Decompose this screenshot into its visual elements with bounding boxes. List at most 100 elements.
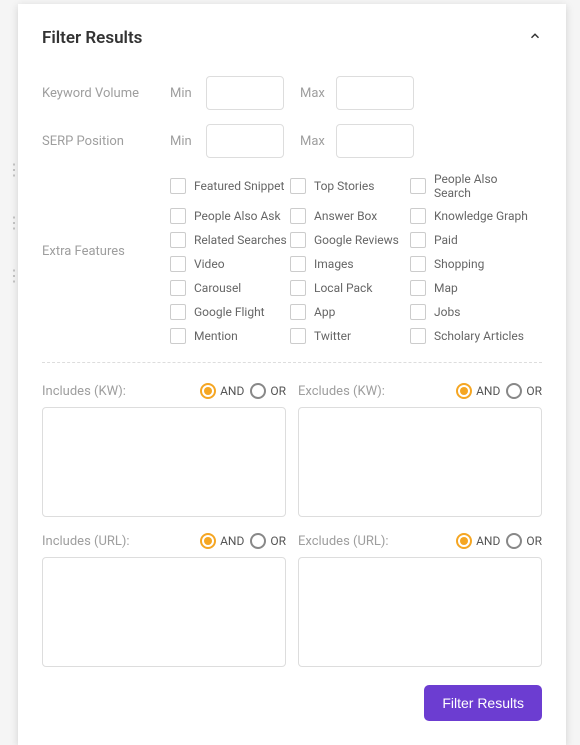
includes-kw-radio-group: AND OR [200, 383, 286, 399]
feature-label: Google Reviews [314, 233, 399, 247]
excludes-url-block: Excludes (URL): AND OR [298, 533, 542, 671]
keyword-volume-row: Keyword Volume Min Max [42, 76, 542, 110]
excludes-url-textarea[interactable] [298, 557, 542, 667]
radio-label: OR [270, 534, 286, 548]
excludes-kw-radio-group: AND OR [456, 383, 542, 399]
checkbox-icon [410, 328, 426, 344]
and-radio[interactable]: AND [456, 533, 500, 549]
max-label: Max [300, 134, 328, 149]
feature-label: Paid [434, 233, 458, 247]
serp-position-label: SERP Position [42, 134, 170, 149]
radio-icon [200, 383, 216, 399]
radio-icon [506, 533, 522, 549]
radio-icon [506, 383, 522, 399]
feature-checkbox[interactable]: Related Searches [170, 232, 290, 248]
keyword-volume-min-input[interactable] [206, 76, 284, 110]
or-radio[interactable]: OR [250, 383, 286, 399]
panel-header: Filter Results [42, 28, 542, 48]
serp-position-min-input[interactable] [206, 124, 284, 158]
feature-label: People Also Search [434, 172, 534, 200]
feature-checkbox[interactable]: Video [170, 256, 290, 272]
filter-results-button[interactable]: Filter Results [424, 685, 542, 721]
feature-checkbox[interactable]: People Also Search [410, 172, 534, 200]
includes-kw-textarea[interactable] [42, 407, 286, 517]
feature-checkbox[interactable]: Google Reviews [290, 232, 410, 248]
checkbox-icon [290, 304, 306, 320]
feature-label: Twitter [314, 329, 351, 343]
features-grid: Featured Snippet Top Stories People Also S… [170, 172, 534, 344]
feature-checkbox[interactable]: Jobs [410, 304, 534, 320]
feature-label: Answer Box [314, 209, 377, 223]
feature-label: Related Searches [194, 233, 287, 247]
checkbox-icon [290, 178, 306, 194]
checkbox-icon [290, 232, 306, 248]
includes-url-textarea[interactable] [42, 557, 286, 667]
feature-label: App [314, 305, 335, 319]
or-radio[interactable]: OR [250, 533, 286, 549]
serp-position-row: SERP Position Min Max [42, 124, 542, 158]
radio-label: AND [220, 384, 244, 398]
feature-checkbox[interactable]: Map [410, 280, 534, 296]
and-radio[interactable]: AND [200, 533, 244, 549]
feature-label: Mention [194, 329, 238, 343]
includes-url-label: Includes (URL): [42, 534, 130, 549]
feature-checkbox[interactable]: App [290, 304, 410, 320]
excludes-url-radio-group: AND OR [456, 533, 542, 549]
feature-checkbox[interactable]: Shopping [410, 256, 534, 272]
feature-checkbox[interactable]: Scholary Articles [410, 328, 534, 344]
checkbox-icon [410, 304, 426, 320]
feature-checkbox[interactable]: Twitter [290, 328, 410, 344]
feature-label: Shopping [434, 257, 484, 271]
feature-checkbox[interactable]: Local Pack [290, 280, 410, 296]
excludes-kw-textarea[interactable] [298, 407, 542, 517]
checkbox-icon [290, 208, 306, 224]
serp-position-max-input[interactable] [336, 124, 414, 158]
feature-label: Jobs [434, 305, 460, 319]
feature-label: Video [194, 257, 225, 271]
feature-checkbox[interactable]: Images [290, 256, 410, 272]
or-radio[interactable]: OR [506, 383, 542, 399]
excludes-kw-label: Excludes (KW): [298, 384, 385, 399]
includes-kw-block: Includes (KW): ANDOR [42, 383, 286, 521]
checkbox-icon [290, 256, 306, 272]
checkbox-icon [290, 280, 306, 296]
includes-url-block: Includes (URL): AND OR [42, 533, 286, 671]
feature-checkbox[interactable]: People Also Ask [170, 208, 290, 224]
radio-label: AND [476, 534, 500, 548]
feature-label: Scholary Articles [434, 329, 524, 343]
feature-label: Top Stories [314, 179, 374, 193]
radio-label: OR [526, 534, 542, 548]
feature-checkbox[interactable]: Featured Snippet [170, 172, 290, 200]
min-label: Min [170, 86, 198, 101]
feature-checkbox[interactable]: Google Flight [170, 304, 290, 320]
feature-checkbox[interactable]: Answer Box [290, 208, 410, 224]
feature-checkbox[interactable]: Paid [410, 232, 534, 248]
feature-checkbox[interactable]: Mention [170, 328, 290, 344]
radio-label: OR [526, 384, 542, 398]
feature-label: Featured Snippet [194, 179, 284, 193]
keyword-volume-label: Keyword Volume [42, 86, 170, 101]
chevron-up-icon[interactable] [528, 29, 542, 47]
and-radio[interactable]: AND [200, 383, 244, 399]
feature-label: Google Flight [194, 305, 265, 319]
checkbox-icon [170, 256, 186, 272]
checkbox-icon [410, 208, 426, 224]
excludes-url-label: Excludes (URL): [298, 534, 389, 549]
feature-label: Carousel [194, 281, 241, 295]
checkbox-icon [170, 328, 186, 344]
checkbox-icon [170, 304, 186, 320]
keyword-volume-max-input[interactable] [336, 76, 414, 110]
max-label: Max [300, 86, 328, 101]
and-radio[interactable]: AND [456, 383, 500, 399]
checkbox-icon [170, 232, 186, 248]
radio-icon [250, 383, 266, 399]
radio-label: AND [476, 384, 500, 398]
feature-checkbox[interactable]: Knowledge Graph [410, 208, 534, 224]
checkbox-icon [410, 256, 426, 272]
or-radio[interactable]: OR [506, 533, 542, 549]
feature-label: Images [314, 257, 354, 271]
feature-label: Map [434, 281, 458, 295]
feature-checkbox[interactable]: Top Stories [290, 172, 410, 200]
feature-label: Local Pack [314, 281, 372, 295]
feature-checkbox[interactable]: Carousel [170, 280, 290, 296]
